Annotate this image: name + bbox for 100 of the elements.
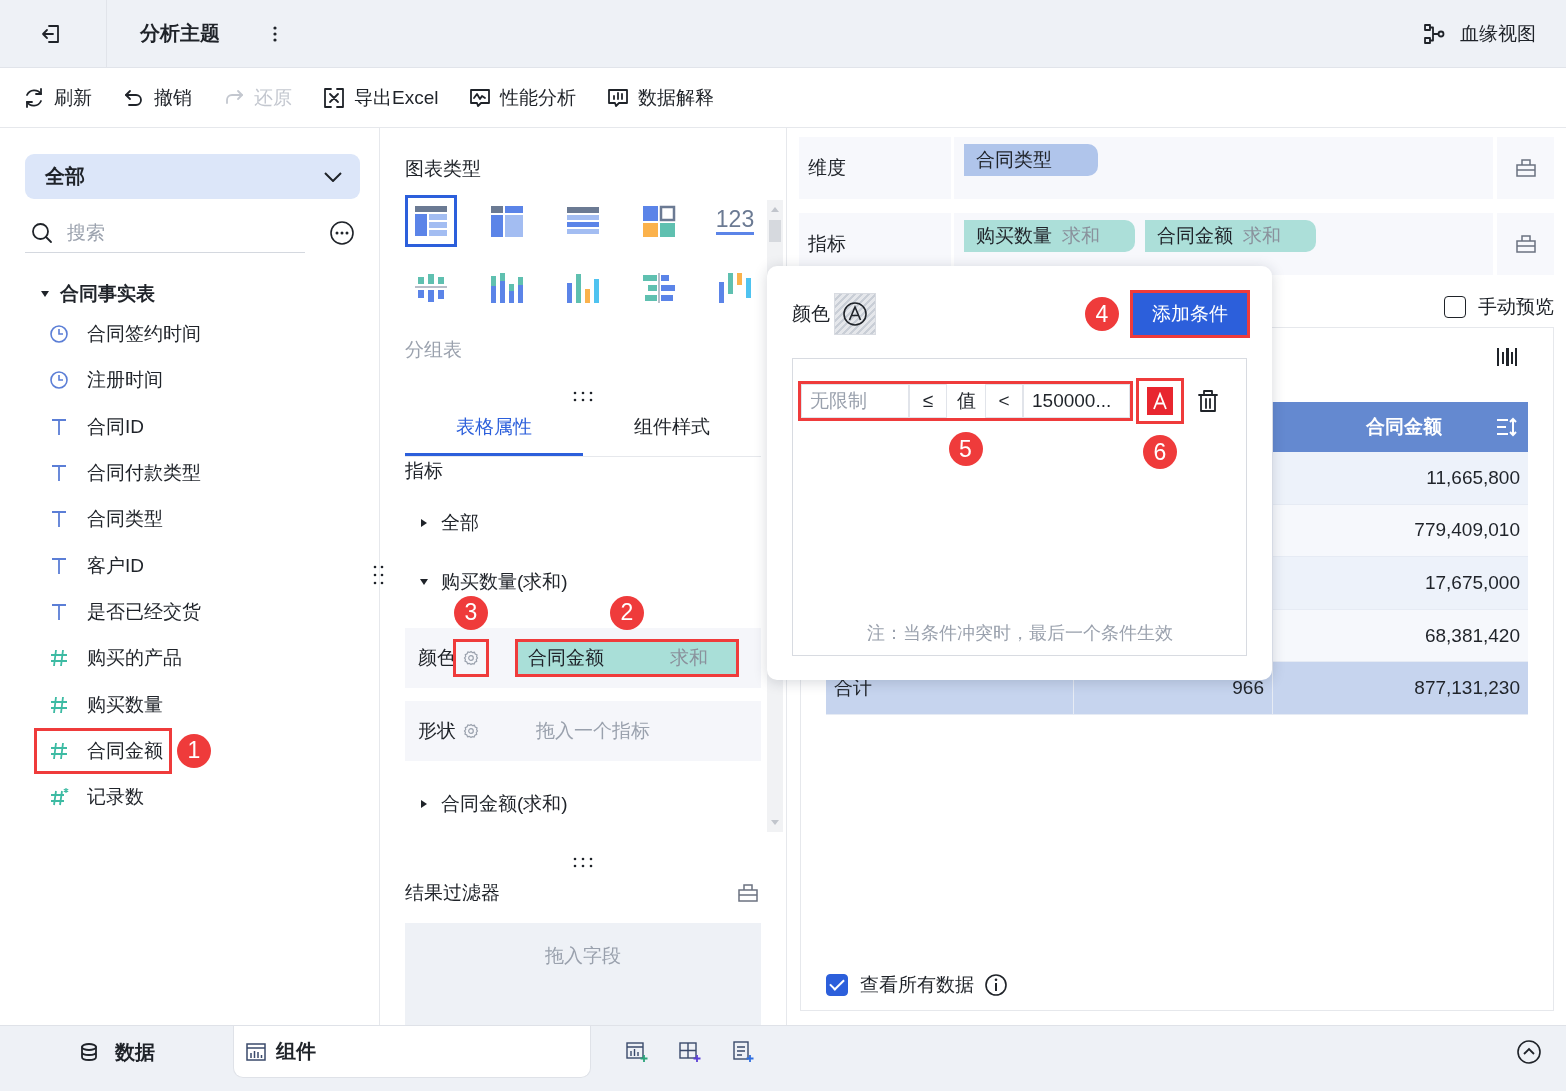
tab[interactable]: 组件样式 (583, 401, 761, 456)
delete-icon[interactable] (1197, 389, 1219, 413)
color-label: 颜色 (792, 302, 830, 326)
toolbar-button[interactable]: 撤销 (122, 84, 192, 111)
hash-star-icon (49, 787, 69, 808)
clock-icon (49, 324, 69, 345)
callout-badge: 3 (454, 595, 488, 630)
collapse-icon[interactable] (1514, 233, 1537, 255)
resize-handle-icon[interactable] (373, 565, 384, 585)
font-color-button[interactable] (1147, 387, 1173, 415)
toolbar-button[interactable]: 刷新 (22, 84, 92, 111)
collapse-icon[interactable] (1514, 157, 1537, 179)
min-input[interactable]: 无限制 (801, 384, 909, 418)
caret-down-icon[interactable] (419, 576, 429, 587)
bottom-tab[interactable]: 数据 (0, 1026, 233, 1078)
more-options-icon[interactable] (329, 220, 355, 246)
field-item[interactable]: 合同金额 (37, 730, 169, 771)
tab[interactable]: 表格属性 (405, 401, 583, 456)
note-text: 注：当条件冲突时，最后一个条件生效 (865, 622, 1174, 645)
lineage-view-button[interactable]: 血缘视图 (1422, 20, 1536, 47)
search-field[interactable]: 搜索 (25, 213, 305, 253)
chart-type-caption: 分组表 (405, 337, 463, 362)
table-cell-text: 877,131,230 (1413, 676, 1521, 701)
table-cell-text: 779,409,010 (1413, 518, 1521, 543)
field-item[interactable]: 合同签约时间 (37, 314, 207, 355)
metric-group[interactable]: 合同金额(求和) (441, 790, 568, 817)
metric-group[interactable]: 购买数量(求和) (441, 568, 568, 595)
table-cell-text: 68,381,420 (1423, 623, 1521, 648)
field-item[interactable]: 购买的产品 (37, 638, 188, 679)
field-pill[interactable]: 合同金额 求和 (518, 641, 736, 674)
property-label: 形状 (418, 718, 456, 743)
field-item[interactable]: 记录数 (37, 777, 150, 818)
operator-select[interactable]: ≤ (909, 384, 947, 418)
callout-badge: 6 (1143, 435, 1177, 469)
letter-icon (1152, 392, 1168, 410)
resize-handle-icon[interactable] (573, 390, 593, 402)
field-item[interactable]: 客户ID (37, 545, 150, 586)
section-title: 指标 (405, 458, 444, 483)
view-all-checkbox[interactable]: 查看所有数据 (826, 972, 974, 998)
resize-handle-icon[interactable] (573, 856, 593, 868)
field-pill[interactable]: 合同金额 求和 (1145, 220, 1316, 252)
color-picker-button[interactable] (834, 293, 876, 335)
collapse-up-icon[interactable] (1516, 1039, 1542, 1065)
sort-icon[interactable] (1496, 416, 1518, 438)
operator-select[interactable]: < (985, 384, 1023, 418)
database-icon (78, 1042, 99, 1062)
add-condition-button[interactable]: 添加条件 (1133, 293, 1247, 335)
field-pill[interactable]: 合同类型 (964, 144, 1098, 176)
shelf-label: 维度 (808, 156, 846, 180)
chart-type-button[interactable] (405, 194, 457, 247)
value-label: 值 (955, 389, 977, 413)
kpi-chart-button[interactable]: 123 (709, 194, 761, 247)
bottom-tab[interactable]: 组件 (233, 1026, 591, 1078)
more-icon[interactable] (272, 24, 278, 43)
add-text-icon[interactable] (731, 1040, 755, 1064)
hash-icon (49, 694, 69, 715)
lineage-icon (1422, 21, 1446, 46)
hash-icon (49, 740, 69, 761)
field-item[interactable]: 合同付款类型 (37, 453, 207, 494)
field-item[interactable]: 注册时间 (37, 360, 169, 401)
toolbar-button[interactable]: 导出Excel (322, 84, 439, 111)
field-item[interactable]: 合同ID (37, 406, 150, 447)
clock-icon (49, 370, 69, 391)
toolbar-button[interactable]: 数据解释 (606, 84, 715, 111)
metric-group[interactable]: 全部 (441, 509, 479, 536)
page-title: 分析主题 (140, 21, 220, 46)
caret-down-icon[interactable] (40, 289, 50, 299)
info-icon[interactable] (984, 973, 1008, 997)
caret-right-icon[interactable] (419, 798, 429, 809)
add-layout-icon[interactable] (678, 1040, 702, 1064)
chart-switch-icon[interactable] (1496, 346, 1518, 368)
collapse-icon[interactable] (737, 882, 759, 905)
field-pill[interactable]: 购买数量 求和 (964, 220, 1135, 252)
toolbar-button[interactable]: 性能分析 (468, 84, 577, 111)
search-icon (30, 221, 54, 245)
field-item[interactable]: 合同类型 (37, 499, 169, 540)
callout-badge: 4 (1085, 297, 1119, 331)
manual-preview-checkbox[interactable]: 手动预览 (1444, 294, 1554, 320)
text-type-icon (49, 555, 69, 576)
scope-dropdown[interactable]: 全部 (25, 154, 360, 199)
table-cell-text: 11,665,800 (1425, 465, 1521, 490)
section-title: 图表类型 (405, 157, 482, 181)
callout-badge: 1 (177, 733, 211, 768)
table-name[interactable]: 合同事实表 (60, 281, 155, 307)
text-type-icon (49, 416, 69, 437)
table-cell-text: 17,675,000 (1423, 571, 1521, 595)
hash-icon (49, 648, 69, 669)
max-input[interactable]: 150000... (1023, 384, 1130, 418)
excel-icon (322, 85, 346, 110)
chart-icon (246, 1041, 266, 1062)
callout-badge: 2 (610, 595, 644, 630)
chevron-down-icon (324, 171, 342, 182)
field-item[interactable]: 购买数量 (37, 684, 169, 725)
callout-badge: 5 (948, 432, 983, 466)
text-type-icon (49, 601, 69, 622)
field-item[interactable]: 是否已经交货 (37, 591, 207, 632)
caret-right-icon[interactable] (419, 517, 429, 528)
add-chart-icon[interactable] (625, 1040, 649, 1064)
shelf-label: 指标 (808, 232, 846, 256)
section-title: 结果过滤器 (405, 881, 500, 906)
